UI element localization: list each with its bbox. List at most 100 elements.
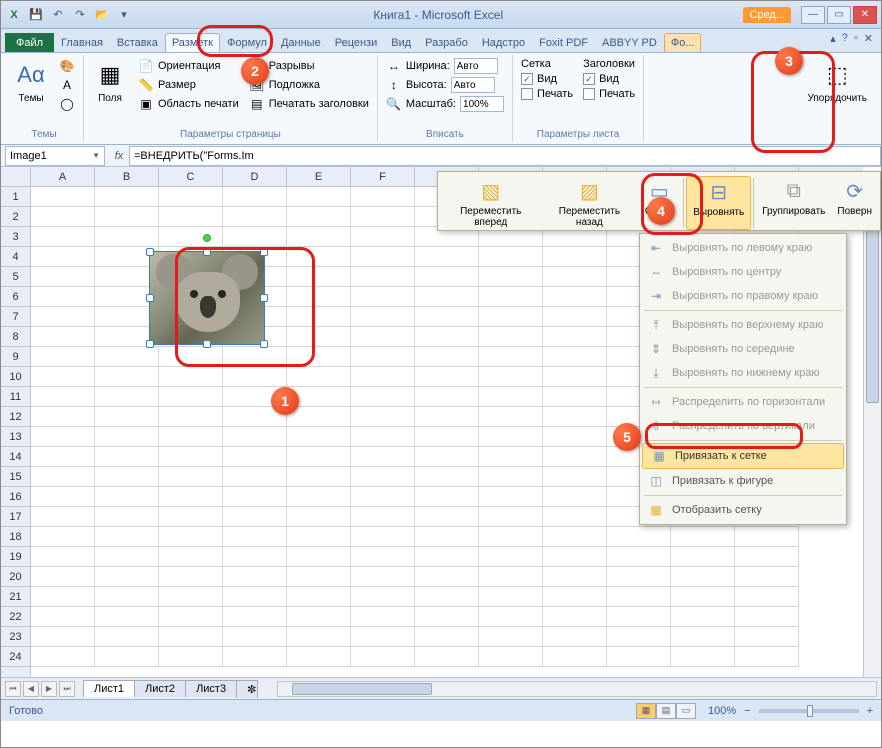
cell[interactable] xyxy=(543,487,607,507)
cell[interactable] xyxy=(351,527,415,547)
cell[interactable] xyxy=(543,407,607,427)
distribute-h-item[interactable]: ⇿Распределить по горизонтали xyxy=(640,390,846,414)
cell[interactable] xyxy=(31,247,95,267)
row-header[interactable]: 8 xyxy=(1,327,30,347)
cell[interactable] xyxy=(95,227,159,247)
sheet-nav-next[interactable]: ▶ xyxy=(41,681,57,697)
cell[interactable] xyxy=(287,647,351,667)
scrollbar-thumb[interactable] xyxy=(292,683,432,695)
help-icon[interactable]: ? xyxy=(842,32,848,45)
align-top-item[interactable]: ⤒Выровнять по верхнему краю xyxy=(640,313,846,337)
fit-scale-input[interactable] xyxy=(460,96,504,112)
headings-print-check[interactable]: Печать xyxy=(581,87,637,101)
cell[interactable] xyxy=(223,227,287,247)
cell[interactable] xyxy=(31,187,95,207)
cell[interactable] xyxy=(415,307,479,327)
cell[interactable] xyxy=(287,267,351,287)
cell[interactable] xyxy=(31,567,95,587)
redo-icon[interactable]: ↷ xyxy=(71,6,89,24)
zoom-slider[interactable] xyxy=(759,709,859,713)
cell[interactable] xyxy=(479,647,543,667)
cell[interactable] xyxy=(351,207,415,227)
row-header[interactable]: 15 xyxy=(1,467,30,487)
save-icon[interactable]: 💾 xyxy=(27,6,45,24)
cell[interactable] xyxy=(415,587,479,607)
print-titles-button[interactable]: ▤Печатать заголовки xyxy=(247,95,371,113)
cell[interactable] xyxy=(607,607,671,627)
size-button[interactable]: 📏Размер xyxy=(136,76,241,94)
cell[interactable] xyxy=(351,627,415,647)
cell[interactable] xyxy=(735,547,799,567)
tab-insert[interactable]: Вставка xyxy=(110,33,165,52)
column-header[interactable]: F xyxy=(351,167,415,186)
cell[interactable] xyxy=(479,567,543,587)
cell[interactable] xyxy=(31,487,95,507)
cell[interactable] xyxy=(351,347,415,367)
cell[interactable] xyxy=(415,427,479,447)
cell[interactable] xyxy=(607,627,671,647)
align-left-item[interactable]: ⇤Выровнять по левому краю xyxy=(640,236,846,260)
cell[interactable] xyxy=(287,227,351,247)
cell[interactable] xyxy=(543,267,607,287)
cell[interactable] xyxy=(31,447,95,467)
cell[interactable] xyxy=(223,607,287,627)
cell[interactable] xyxy=(159,347,223,367)
cell[interactable] xyxy=(223,547,287,567)
headings-view-check[interactable]: ✓Вид xyxy=(581,72,637,86)
cell[interactable] xyxy=(159,527,223,547)
cell[interactable] xyxy=(95,427,159,447)
cell[interactable] xyxy=(351,567,415,587)
cell[interactable] xyxy=(31,427,95,447)
row-header[interactable]: 17 xyxy=(1,507,30,527)
vertical-scrollbar[interactable] xyxy=(863,187,881,677)
cell[interactable] xyxy=(415,627,479,647)
cell[interactable] xyxy=(351,647,415,667)
open-icon[interactable]: 📂 xyxy=(93,6,111,24)
column-header[interactable]: D xyxy=(223,167,287,186)
align-button[interactable]: ⊟Выровнять xyxy=(686,176,751,230)
maximize-button[interactable]: ▭ xyxy=(827,6,851,24)
sheet-tab-2[interactable]: Лист2 xyxy=(134,680,186,697)
row-header[interactable]: 9 xyxy=(1,347,30,367)
cell[interactable] xyxy=(607,567,671,587)
cell[interactable] xyxy=(223,487,287,507)
close-button[interactable]: ✕ xyxy=(853,6,877,24)
cell[interactable] xyxy=(95,587,159,607)
zoom-knob[interactable] xyxy=(807,705,813,717)
cell[interactable] xyxy=(287,407,351,427)
row-header[interactable]: 14 xyxy=(1,447,30,467)
cell[interactable] xyxy=(351,487,415,507)
cell[interactable] xyxy=(159,487,223,507)
row-header[interactable]: 23 xyxy=(1,627,30,647)
sheet-nav-prev[interactable]: ◀ xyxy=(23,681,39,697)
cell[interactable] xyxy=(351,587,415,607)
tab-file[interactable]: Файл xyxy=(5,33,54,52)
image-object[interactable] xyxy=(149,251,265,345)
snap-to-grid-item[interactable]: ▦Привязать к сетке xyxy=(642,443,844,469)
cell[interactable] xyxy=(415,347,479,367)
cell[interactable] xyxy=(543,547,607,567)
cell[interactable] xyxy=(479,627,543,647)
cell[interactable] xyxy=(31,467,95,487)
cell[interactable] xyxy=(351,267,415,287)
cell[interactable] xyxy=(543,347,607,367)
cell[interactable] xyxy=(735,587,799,607)
align-center-h-item[interactable]: ⇔Выровнять по центру xyxy=(640,260,846,284)
row-header[interactable]: 24 xyxy=(1,647,30,667)
cell[interactable] xyxy=(479,507,543,527)
cell[interactable] xyxy=(351,427,415,447)
cell[interactable] xyxy=(415,467,479,487)
cell[interactable] xyxy=(479,327,543,347)
cell[interactable] xyxy=(95,487,159,507)
rotate-button[interactable]: ⟳Поверн xyxy=(831,176,878,230)
minimize-button[interactable]: — xyxy=(801,6,825,24)
theme-colors-button[interactable]: 🎨 xyxy=(57,57,77,75)
cell[interactable] xyxy=(479,607,543,627)
snap-to-shape-item[interactable]: ◫Привязать к фигуре xyxy=(640,469,846,493)
show-grid-item[interactable]: ▦Отобразить сетку xyxy=(640,498,846,522)
cell[interactable] xyxy=(31,267,95,287)
orientation-button[interactable]: 📄Ориентация xyxy=(136,57,241,75)
tab-abbyy[interactable]: ABBYY PD xyxy=(595,33,664,52)
cell[interactable] xyxy=(671,647,735,667)
cell[interactable] xyxy=(287,367,351,387)
